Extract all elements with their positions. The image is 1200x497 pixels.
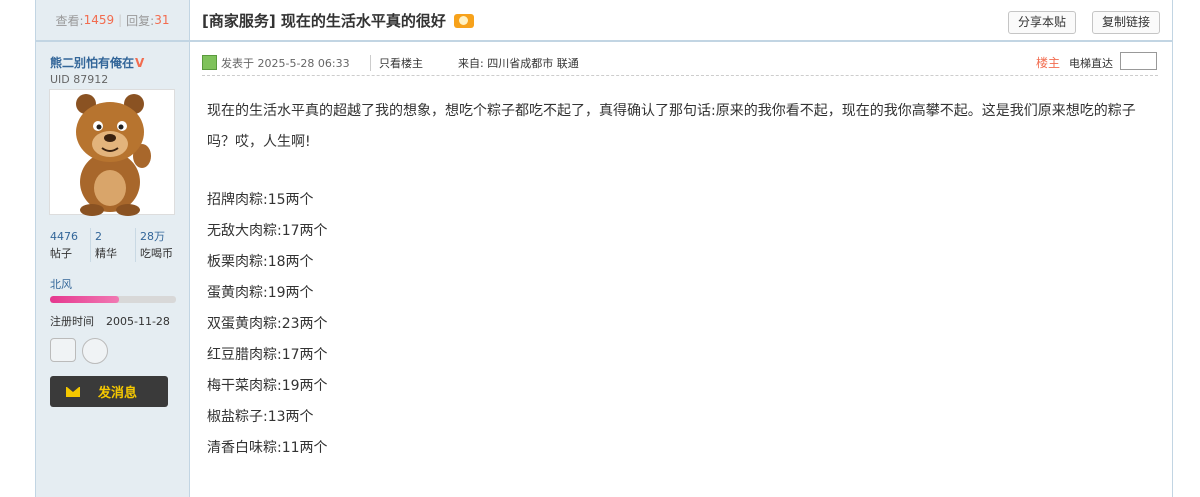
stat-label: 精华 <box>95 247 117 260</box>
replies-label: 回复: <box>126 13 155 28</box>
views-count: 1459 <box>83 13 115 27</box>
stat-value: 28万 <box>140 230 165 243</box>
author-stats: 4476 帖子 2 精华 28万 吃喝币 <box>46 228 180 262</box>
send-message-button[interactable]: 发消息 <box>50 376 168 407</box>
post-location: 来自: 四川省成都市 联通 <box>458 57 579 70</box>
stat-label: 帖子 <box>50 247 72 260</box>
send-message-label: 发消息 <box>98 386 138 401</box>
online-icon <box>202 55 217 70</box>
list-item: 招牌肉粽:15两个 <box>207 192 314 208</box>
bear-avatar-image <box>76 94 151 216</box>
thread-title-row: [商家服务] 现在的生活水平真的很好 <box>202 10 474 31</box>
author-icons <box>50 338 108 364</box>
list-item: 板栗肉粽:18两个 <box>207 254 314 270</box>
list-item: 梅干菜肉粽:19两个 <box>207 378 328 394</box>
post-meta-bar: 发表于 2025-5-28 06:33 只看楼主 来自: 四川省成都市 联通 楼… <box>202 52 1158 76</box>
replies-count: 31 <box>154 13 170 27</box>
stat-label: 吃喝币 <box>140 247 173 260</box>
stat-value: 4476 <box>50 230 78 243</box>
post-intro: 现在的生活水平真的超越了我的想象，想吃个粽子都吃不起了，真得确认了那句话:原来的… <box>207 103 1136 150</box>
register-date: 2005-11-28 <box>106 315 170 328</box>
user-circle-icon[interactable] <box>82 338 108 364</box>
stat-coins[interactable]: 28万 吃喝币 <box>135 228 180 262</box>
stat-posts[interactable]: 4476 帖子 <box>46 228 90 262</box>
post-content: 现在的生活水平真的超越了我的想象，想吃个粽子都吃不起了，真得确认了那句话:原来的… <box>207 96 1162 464</box>
list-item: 双蛋黄肉粽:23两个 <box>207 316 328 332</box>
list-item: 椒盐粽子:13两个 <box>207 409 314 425</box>
level-progress-bar <box>50 296 176 303</box>
thread-header: 查看: 1459 | 回复: 31 [商家服务] 现在的生活水平真的很好 分享本… <box>36 0 1172 42</box>
share-button[interactable]: 分享本贴 <box>1008 11 1077 34</box>
floor-jump-input[interactable] <box>1120 52 1157 70</box>
hot-icon <box>453 13 474 28</box>
post-time: 发表于 2025-5-28 06:33 <box>221 57 350 70</box>
list-item: 清香白味粽:11两个 <box>207 440 328 456</box>
avatar[interactable] <box>49 89 175 216</box>
thread-stats: 查看: 1459 | 回复: 31 <box>36 0 190 40</box>
author-name-row: 熊二别怕有俺在V <box>50 54 144 71</box>
envelope-icon <box>66 386 80 397</box>
floor-label: 楼主 <box>1036 56 1061 70</box>
list-item: 蛋黄肉粽:19两个 <box>207 285 314 301</box>
author-name[interactable]: 熊二别怕有俺在 <box>50 56 134 70</box>
stats-divider: | <box>118 13 123 27</box>
register-label: 注册时间 <box>50 315 94 328</box>
views-label: 查看: <box>55 13 84 28</box>
author-uid: UID 87912 <box>50 73 109 86</box>
verified-badge: V <box>135 56 145 70</box>
stat-digest[interactable]: 2 精华 <box>90 228 135 262</box>
page-title[interactable]: [商家服务] 现在的生活水平真的很好 <box>202 10 446 31</box>
copy-link-button[interactable]: 复制链接 <box>1092 11 1161 34</box>
user-group[interactable]: 北风 <box>50 276 72 292</box>
list-item: 红豆腊肉粽:17两个 <box>207 347 328 363</box>
only-op-link[interactable]: 只看楼主 <box>370 55 423 71</box>
level-progress-fill <box>50 296 120 303</box>
floor-jump-label: 电梯直达 <box>1069 57 1113 70</box>
profile-card-icon[interactable] <box>50 338 76 362</box>
author-sidebar: 熊二别怕有俺在V UID 87912 4476 帖子 2 精华 28万 吃喝币 … <box>36 42 190 497</box>
register-time: 注册时间 2005-11-28 <box>50 313 170 329</box>
list-item: 无敌大肉粽:17两个 <box>207 223 328 239</box>
price-list: 招牌肉粽:15两个 无敌大肉粽:17两个 板栗肉粽:18两个 蛋黄肉粽:19两个… <box>207 185 1162 464</box>
stat-value: 2 <box>95 230 102 243</box>
